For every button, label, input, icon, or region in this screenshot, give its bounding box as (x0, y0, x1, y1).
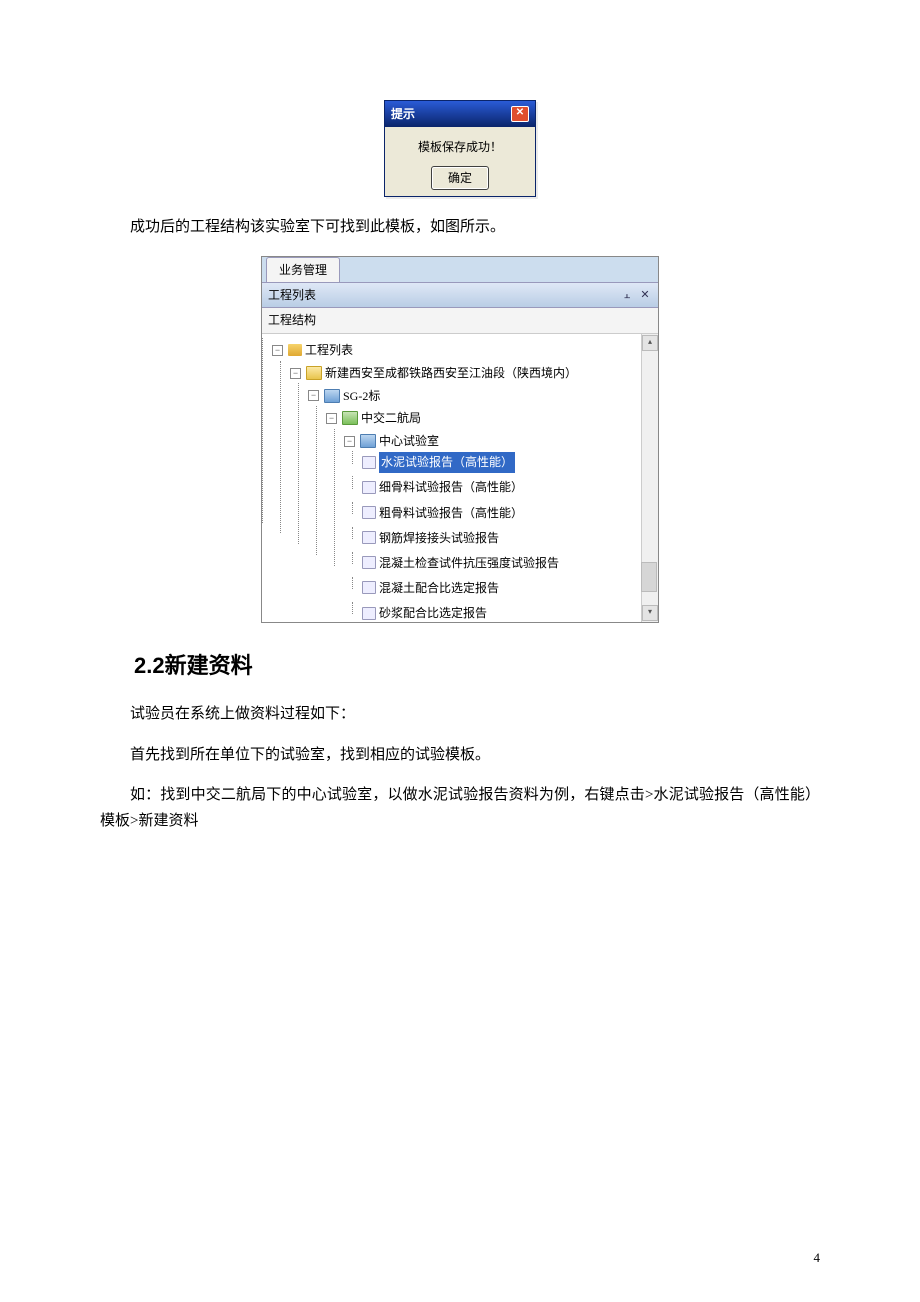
tree-root-label: 工程列表 (305, 340, 353, 360)
ok-button[interactable]: 确定 (431, 166, 489, 190)
panel-title: 工程列表 (268, 285, 316, 305)
tree-leaf[interactable]: 混凝土配合比选定报告 (362, 578, 499, 598)
tab-business-management[interactable]: 业务管理 (266, 257, 340, 282)
form-icon (362, 607, 376, 620)
project-tree: − 工程列表 − 新建西安至成都铁路西安至江油段（陕西境内） (268, 338, 656, 622)
tree-leaf[interactable]: 细骨料试验报告（高性能） (362, 477, 523, 497)
dialog-message: 模板保存成功！ (391, 137, 529, 157)
dialog-title-text: 提示 (391, 104, 415, 124)
collapse-icon[interactable]: − (326, 413, 337, 424)
page-number: 4 (814, 1250, 821, 1266)
tree-project[interactable]: − 新建西安至成都铁路西安至江油段（陕西境内） (290, 363, 577, 383)
body-paragraph-3: 如：找到中交二航局下的中心试验室，以做水泥试验报告资料为例，右键点击>水泥试验报… (100, 783, 820, 834)
tree-section-label: SG-2标 (343, 386, 380, 406)
form-icon (362, 506, 376, 519)
tree-lab-label: 中心试验室 (379, 431, 439, 451)
tree-leaf-label: 粗骨料试验报告（高性能） (379, 503, 523, 523)
tree-leaf[interactable]: 砂浆配合比选定报告 (362, 603, 487, 622)
tree-leaf[interactable]: 钢筋焊接接头试验报告 (362, 528, 499, 548)
tree-leaf-label: 水泥试验报告（高性能） (379, 452, 515, 472)
folder-icon (324, 389, 340, 403)
body-paragraph-2: 首先找到所在单位下的试验室，找到相应的试验模板。 (100, 743, 820, 769)
pin-icon[interactable]: ⫠ (620, 288, 634, 302)
form-icon (362, 481, 376, 494)
tree-leaf-label: 砂浆配合比选定报告 (379, 603, 487, 622)
collapse-icon[interactable]: − (272, 345, 283, 356)
tree-org-label: 中交二航局 (361, 408, 421, 428)
paragraph-after-dialog: 成功后的工程结构该实验室下可找到此模板，如图所示。 (100, 215, 820, 241)
tree-leaf-label: 混凝土检查试件抗压强度试验报告 (379, 553, 559, 573)
tree-leaf-label: 混凝土配合比选定报告 (379, 578, 499, 598)
tree-project-label: 新建西安至成都铁路西安至江油段（陕西境内） (325, 363, 577, 383)
collapse-icon[interactable]: − (344, 436, 355, 447)
panel-close-icon[interactable]: ✕ (638, 288, 652, 302)
form-icon (362, 456, 376, 469)
close-icon[interactable]: ✕ (511, 106, 529, 122)
form-icon (362, 581, 376, 594)
collapse-icon[interactable]: − (290, 368, 301, 379)
tree-leaf[interactable]: 粗骨料试验报告（高性能） (362, 503, 523, 523)
tree-root[interactable]: − 工程列表 (272, 340, 353, 360)
form-icon (362, 556, 376, 569)
tree-section[interactable]: − SG-2标 (308, 386, 380, 406)
panel-subtitle: 工程结构 (262, 308, 658, 333)
tree-org[interactable]: − 中交二航局 (326, 408, 421, 428)
section-heading: 2.2新建资料 (134, 647, 820, 684)
dialog-titlebar: 提示 ✕ (385, 101, 535, 127)
tree-panel: 业务管理 工程列表 ⫠ ✕ 工程结构 ▴ ▾ (261, 256, 659, 623)
body-paragraph-1: 试验员在系统上做资料过程如下： (100, 702, 820, 728)
org-icon (342, 411, 358, 425)
folder-open-icon (306, 366, 322, 380)
tree-leaf-selected[interactable]: 水泥试验报告（高性能） (362, 452, 515, 472)
collapse-icon[interactable]: − (308, 390, 319, 401)
tree-leaf-label: 细骨料试验报告（高性能） (379, 477, 523, 497)
alert-dialog: 提示 ✕ 模板保存成功！ 确定 (384, 100, 536, 197)
tree-leaf-label: 钢筋焊接接头试验报告 (379, 528, 499, 548)
form-icon (362, 531, 376, 544)
folder-icon (360, 434, 376, 448)
root-icon (288, 344, 302, 356)
tree-lab[interactable]: − 中心试验室 (344, 431, 439, 451)
tree-leaf[interactable]: 混凝土检查试件抗压强度试验报告 (362, 553, 559, 573)
